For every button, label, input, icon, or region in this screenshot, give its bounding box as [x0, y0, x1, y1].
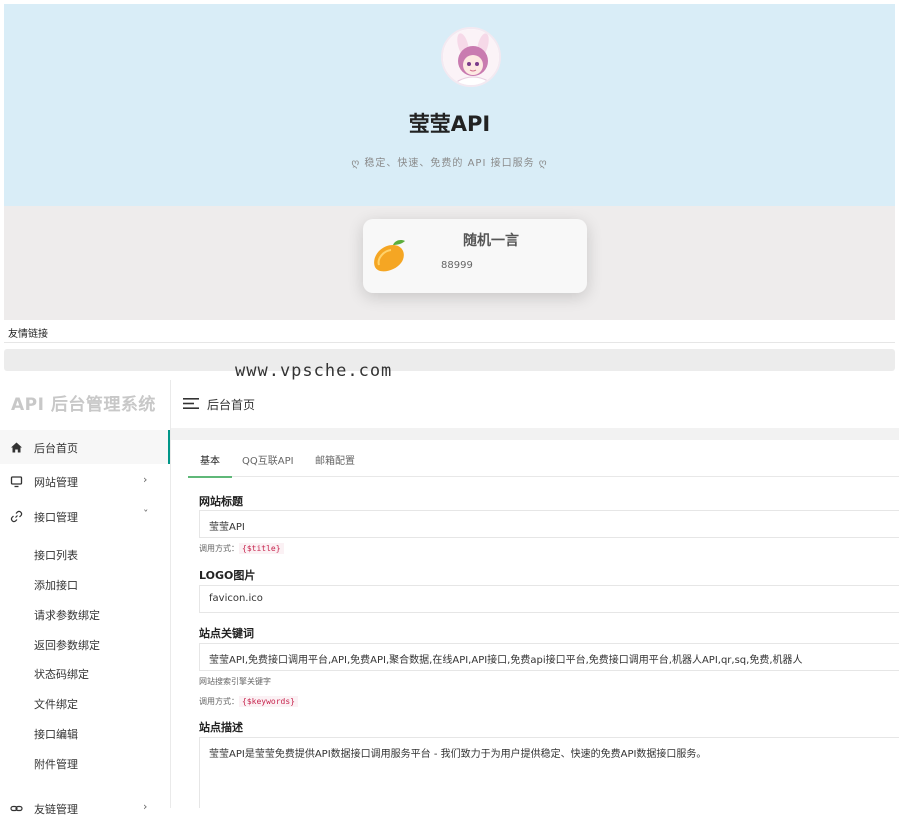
help-text: 调用方式： [199, 544, 239, 553]
site-slogan: ღ 稳定、快速、免费的 API 接口服务 ღ [351, 158, 548, 169]
sidebar-item-friend-links[interactable]: 友链管理 › [0, 791, 170, 825]
active-tab-indicator [188, 476, 232, 478]
tab-qq-connect[interactable]: QQ互联API [242, 452, 294, 467]
link-icon [10, 510, 23, 523]
submenu-attachments[interactable]: 附件管理 [34, 756, 78, 772]
keywords-input[interactable]: 莹莹API,免费接口调用平台,API,免费API,聚合数据,在线API,API接… [199, 643, 899, 671]
site-title: 莹莹API [408, 112, 491, 136]
submenu-status-codes[interactable]: 状态码绑定 [34, 666, 89, 682]
site-title-label: 网站标题 [199, 495, 243, 508]
description-label: 站点描述 [199, 721, 243, 734]
monitor-icon [10, 476, 23, 488]
sidebar-item-label: 后台首页 [34, 442, 78, 455]
content-separator [171, 428, 899, 440]
keywords-label: 站点关键词 [199, 627, 254, 640]
site-title-help: 调用方式： {$title} [199, 543, 284, 554]
submenu-file-binding[interactable]: 文件绑定 [34, 696, 78, 712]
template-variable: {$keywords} [239, 696, 298, 707]
submenu-add-api[interactable]: 添加接口 [34, 577, 78, 593]
watermark-text: www.vpsche.com [235, 361, 393, 381]
submenu-response-params[interactable]: 返回参数绑定 [34, 637, 100, 653]
keywords-hint: 网站搜索引擎关键字 [199, 677, 271, 686]
friend-links-bar [4, 349, 895, 371]
sidebar-item-home[interactable]: 后台首页 [0, 430, 170, 464]
sidebar-item-label: 网站管理 [34, 476, 78, 489]
sidebar-item-label: 接口管理 [34, 511, 78, 524]
sidebar-item-label: 友链管理 [34, 803, 78, 816]
chevron-down-icon: ˇ [143, 508, 149, 521]
logo-label: LOGO图片 [199, 569, 256, 582]
page-title: 后台首页 [207, 398, 256, 412]
sidebar-item-api-management[interactable]: 接口管理 ˇ [0, 499, 170, 533]
submenu-api-list[interactable]: 接口列表 [34, 547, 78, 563]
hitokoto-text: 88999 [441, 260, 473, 271]
site-title-input[interactable]: 莹莹API [199, 510, 899, 538]
tab-basic[interactable]: 基本 [200, 452, 220, 467]
submenu-request-params[interactable]: 请求参数绑定 [34, 607, 100, 623]
template-variable: {$title} [239, 543, 284, 554]
submenu-api-edit[interactable]: 接口编辑 [34, 726, 78, 742]
settings-tabs: 基本 QQ互联API 邮箱配置 [188, 440, 899, 477]
description-textarea[interactable]: 莹莹API是莹莹免费提供API数据接口调用服务平台 - 我们致力于为用户提供稳定… [199, 737, 899, 808]
home-icon [11, 442, 22, 453]
hitokoto-title: 随机一言 [463, 233, 519, 249]
site-avatar [441, 27, 501, 87]
chain-icon [10, 805, 23, 812]
chevron-right-icon: › [143, 473, 148, 486]
sidebar-item-site-management[interactable]: 网站管理 › [0, 464, 170, 498]
logo-input[interactable]: favicon.ico [199, 585, 899, 613]
chevron-right-icon: › [143, 800, 148, 813]
admin-logo: API 后台管理系统 [11, 395, 156, 415]
mango-icon [374, 240, 405, 272]
keywords-help: 调用方式： {$keywords} [199, 696, 298, 707]
help-text: 调用方式： [199, 697, 239, 706]
divider [4, 342, 895, 343]
hitokoto-card: 随机一言 88999 [363, 219, 587, 293]
friend-links-heading: 友情链接 [8, 329, 48, 340]
sidebar-divider [170, 380, 171, 808]
menu-toggle-icon[interactable] [183, 397, 199, 410]
tab-email-config[interactable]: 邮箱配置 [315, 452, 355, 467]
